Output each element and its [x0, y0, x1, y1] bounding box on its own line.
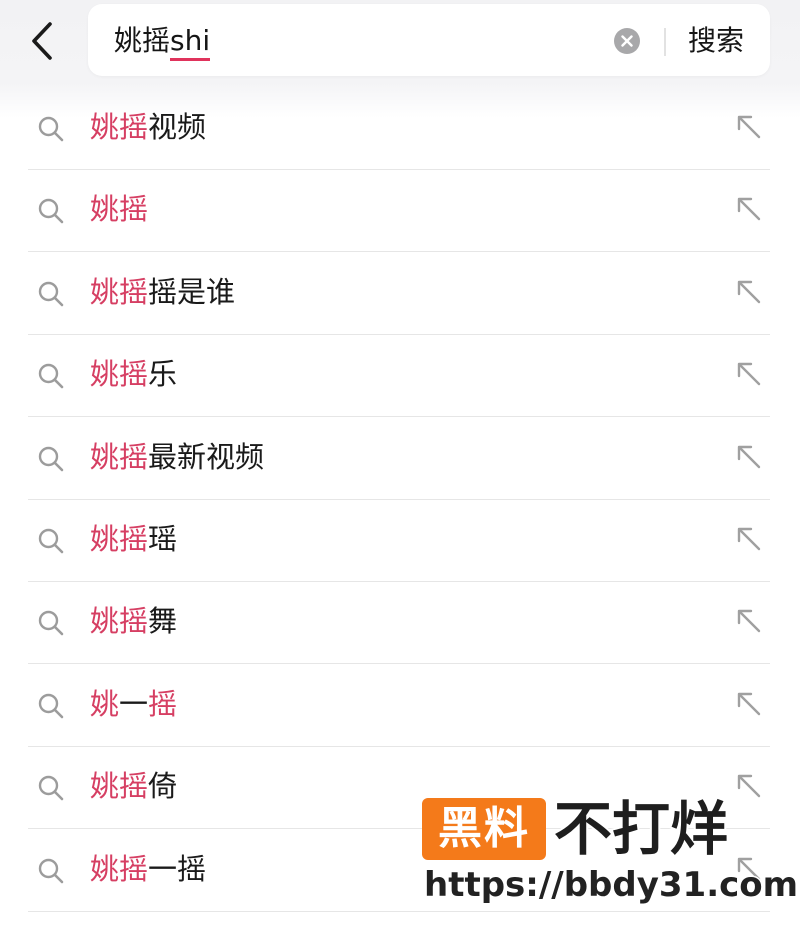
suggestion-label: 姚摇舞: [90, 602, 177, 640]
suggestion-highlight: 姚摇: [90, 357, 149, 392]
back-button[interactable]: [22, 18, 62, 64]
search-icon: [38, 281, 64, 307]
arrow-up-left-icon[interactable]: [734, 112, 764, 142]
suggestion-rest: 倚: [148, 769, 178, 804]
suggestion-highlight: 姚摇: [90, 192, 149, 227]
suggestion-rest: 舞: [148, 604, 178, 639]
suggestion-label: 姚摇瑶: [90, 520, 177, 558]
suggestion-label: 姚摇: [90, 190, 148, 228]
arrow-up-left-icon[interactable]: [734, 524, 764, 554]
suggestion-highlight: 姚摇: [90, 522, 149, 556]
suggestion-label: 姚一摇: [90, 685, 177, 723]
search-query[interactable]: 姚摇shi: [114, 24, 211, 61]
suggestion-label: 姚摇乐: [90, 355, 177, 393]
suggestion-item[interactable]: 姚摇最新视频: [28, 418, 770, 500]
arrow-up-left-icon[interactable]: [734, 606, 764, 636]
suggestion-highlight: 姚: [90, 686, 120, 721]
suggestion-highlight: 姚摇: [90, 604, 149, 639]
suggestion-highlight: 摇: [148, 686, 178, 721]
suggestion-highlight: 姚摇: [90, 110, 149, 144]
search-icon: [38, 446, 64, 471]
suggestion-highlight: 姚摇: [90, 769, 149, 804]
suggestion-label: 姚摇倚: [90, 767, 177, 805]
suggestion-highlight: 姚摇: [90, 851, 149, 886]
search-query-chinese: 姚摇: [114, 24, 171, 57]
suggestion-label: 姚摇最新视频: [90, 438, 264, 476]
suggestion-label: 姚摇摇是谁: [90, 273, 235, 311]
arrow-up-left-icon[interactable]: [734, 277, 764, 307]
search-icon: [38, 611, 64, 636]
search-icon: [38, 363, 64, 389]
search-icon: [38, 775, 64, 801]
clear-button[interactable]: [614, 28, 640, 54]
suggestion-item[interactable]: 姚摇舞: [28, 582, 770, 665]
arrow-up-left-icon[interactable]: [734, 359, 764, 389]
arrow-up-left-icon[interactable]: [734, 442, 764, 472]
suggestion-label: 姚摇视频: [90, 108, 206, 146]
suggestion-rest: 一摇: [148, 851, 207, 886]
search-input[interactable]: 姚摇shi 搜索: [88, 4, 770, 76]
suggestion-rest: 视频: [148, 110, 207, 144]
search-icon: [38, 693, 64, 719]
suggestion-item[interactable]: 姚摇: [28, 170, 770, 253]
suggestion-highlight: 姚摇: [90, 274, 149, 309]
watermark-badge: 黑料: [422, 798, 546, 860]
search-icon: [38, 199, 64, 224]
clear-circle-icon: [621, 35, 633, 47]
suggestion-rest: 摇是谁: [148, 274, 236, 309]
arrow-up-left-icon[interactable]: [734, 689, 764, 719]
suggestion-rest: 瑶: [148, 522, 178, 556]
chevron-left-icon: [32, 22, 52, 60]
suggestion-highlight: 姚摇: [90, 439, 149, 474]
suggestion-rest: 一: [119, 686, 149, 721]
search-divider: [664, 28, 666, 56]
watermark: 黑料 不打烊 https://bbdy31.com: [420, 793, 800, 914]
search-button[interactable]: 搜索: [688, 24, 744, 58]
watermark-url: https://bbdy31.com: [422, 864, 799, 907]
watermark-name: 不打烊: [552, 793, 730, 865]
arrow-up-left-icon[interactable]: [734, 194, 764, 224]
search-query-pinyin: shi: [170, 24, 211, 61]
suggestion-item[interactable]: 姚摇瑶: [28, 500, 770, 582]
suggestion-item[interactable]: 姚摇摇是谁: [28, 253, 770, 335]
suggestion-item[interactable]: 姚摇乐: [28, 335, 770, 418]
suggestion-label: 姚摇一摇: [90, 850, 206, 888]
search-icon: [38, 528, 64, 554]
suggestion-rest: 乐: [148, 357, 178, 392]
search-icon: [38, 858, 64, 883]
suggestion-item[interactable]: 姚摇视频: [28, 88, 770, 170]
suggestion-rest: 最新视频: [148, 439, 265, 474]
search-icon: [38, 116, 64, 142]
suggestion-item[interactable]: 姚一摇: [28, 665, 770, 747]
